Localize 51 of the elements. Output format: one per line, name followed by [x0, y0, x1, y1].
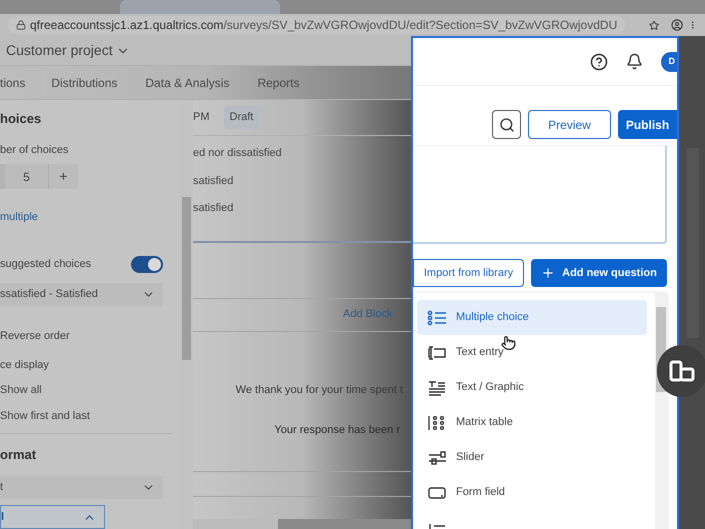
search-icon	[498, 116, 514, 132]
vertical-scrollbar[interactable]	[180, 100, 193, 529]
question-type-item[interactable]: Multiple choice	[417, 300, 647, 335]
reverse-order-label: Reverse order	[0, 329, 71, 344]
form-field-icon	[427, 484, 447, 500]
choice-label: satisfied	[193, 201, 234, 216]
multiple-link[interactable]: multiple	[0, 209, 180, 226]
question-type-item[interactable]: Text / Graphic	[417, 370, 647, 405]
choices-heading: hoices	[0, 110, 42, 128]
menu-scrollbar[interactable]	[655, 293, 667, 529]
notification-bell-icon[interactable]	[626, 53, 643, 70]
add-question-button[interactable]: Add new question	[531, 259, 667, 287]
format-dropdown[interactable]: t	[0, 476, 163, 500]
help-icon[interactable]	[590, 52, 608, 70]
display-label: ce display	[0, 358, 50, 373]
scale-dropdown[interactable]: ssatisfied - Satisfied	[0, 282, 163, 306]
question-type-item[interactable]: Matrix table	[417, 405, 647, 440]
timestamp-text: PM	[193, 110, 210, 126]
suggested-choices-label: suggested choices	[0, 256, 92, 272]
nav-tab[interactable]: Reports	[257, 74, 300, 92]
format-heading: ormat	[0, 446, 38, 464]
text-field-icon	[427, 344, 447, 360]
question-type-item[interactable]: Form field	[417, 475, 647, 510]
user-avatar[interactable]: D	[661, 52, 677, 72]
display-option[interactable]: Show all	[0, 382, 180, 399]
lock-icon	[16, 20, 26, 30]
text-lines-icon	[427, 380, 447, 396]
nav-tab[interactable]: tions	[0, 74, 26, 92]
list-icon	[427, 310, 447, 326]
nav-tab[interactable]: Data & Analysis	[145, 74, 230, 92]
plus-icon	[541, 266, 556, 280]
choice-label: satisfied	[193, 174, 234, 189]
slider-icon	[427, 450, 447, 466]
preview-button[interactable]: Preview	[528, 110, 611, 139]
project-title[interactable]: Customer project	[6, 40, 113, 61]
matrix-icon	[427, 414, 447, 430]
question-type-item[interactable]: Text entry	[417, 335, 647, 370]
nav-tab[interactable]: Distributions	[51, 74, 118, 92]
count-value: 5	[5, 164, 48, 190]
status-badge: Draft	[224, 106, 260, 129]
horizontal-scrollbar[interactable]	[193, 518, 411, 529]
open-dropdown[interactable]: l	[0, 505, 105, 529]
display-option[interactable]: Show first and last	[0, 408, 180, 424]
suggested-choices-toggle[interactable]	[131, 256, 163, 273]
question-type-item[interactable]: Slider	[417, 440, 647, 475]
choice-label: ed nor dissatisfied	[193, 146, 283, 162]
publish-button[interactable]: Publish	[618, 110, 677, 139]
search-button[interactable]	[492, 110, 521, 139]
increment-button[interactable]: +	[48, 164, 78, 190]
import-library-button[interactable]: Import from library	[413, 259, 524, 287]
choices-count-label: ber of choices	[0, 142, 70, 158]
